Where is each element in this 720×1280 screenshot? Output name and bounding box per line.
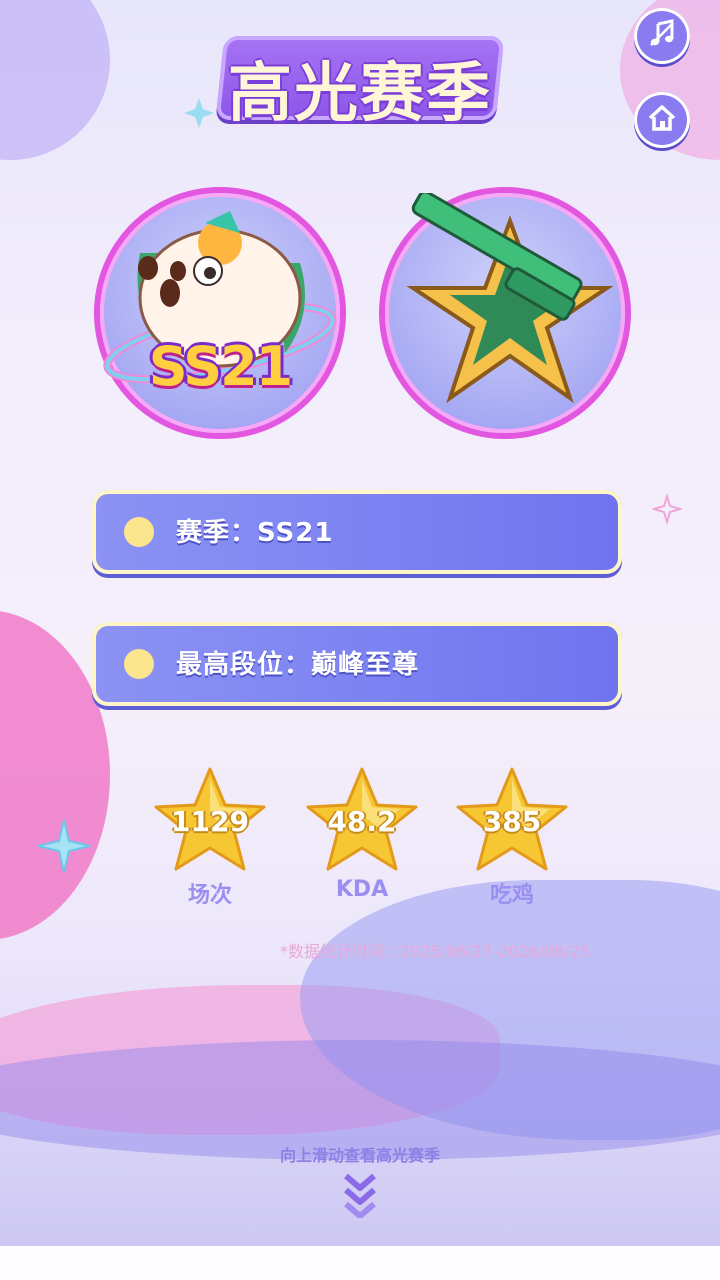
highest-rank-text: 最高段位：巅峰至尊 <box>176 650 420 680</box>
stat-value: 385 <box>482 805 542 838</box>
stat-matches: 1129 场次 <box>150 765 270 909</box>
highlight-season-page: 高光赛季 SS21 赛季：SS21 最高段位：巅峰至尊 1129 场次 48.2… <box>0 0 720 1280</box>
stat-label: 场次 <box>187 883 232 908</box>
music-button[interactable] <box>634 8 690 64</box>
stat-chicken-dinners: 385 吃鸡 <box>452 765 572 909</box>
double-chevron-down-icon <box>344 1173 376 1218</box>
bullet-dot <box>124 517 154 547</box>
home-button[interactable] <box>634 92 690 148</box>
season-badge: SS21 <box>100 193 340 433</box>
season-badge-label: SS21 <box>148 335 294 398</box>
bullet-dot <box>124 649 154 679</box>
stat-value: 48.2 <box>327 805 397 838</box>
home-icon <box>646 102 678 138</box>
highest-rank-card: 最高段位：巅峰至尊 <box>92 622 622 706</box>
sparkle-icon <box>37 819 91 873</box>
stat-label: KDA <box>335 877 389 902</box>
sparkle-icon <box>184 98 214 128</box>
music-note-icon <box>647 19 677 53</box>
rank-star-gun-icon <box>406 190 614 404</box>
stat-value: 1129 <box>171 805 249 838</box>
bg-blob-purple-topleft <box>0 0 110 160</box>
title-banner: 高光赛季 <box>180 28 540 131</box>
page-title: 高光赛季 <box>228 57 492 131</box>
sparkle-icon <box>652 494 682 524</box>
rank-badge <box>385 190 625 433</box>
swipe-hint-text: 向上滑动查看高光赛季 <box>279 1146 440 1165</box>
season-info-text: 赛季：SS21 <box>176 518 334 548</box>
data-timestamp: *数据统计时间：2025/06/27-2026/08/25 <box>280 942 591 961</box>
stat-kda: 48.2 KDA <box>302 765 422 902</box>
swipe-up-hint[interactable]: 向上滑动查看高光赛季 <box>0 1130 720 1250</box>
bottom-bar <box>0 1246 720 1280</box>
season-info-card: 赛季：SS21 <box>92 490 622 574</box>
stat-label: 吃鸡 <box>489 883 534 908</box>
